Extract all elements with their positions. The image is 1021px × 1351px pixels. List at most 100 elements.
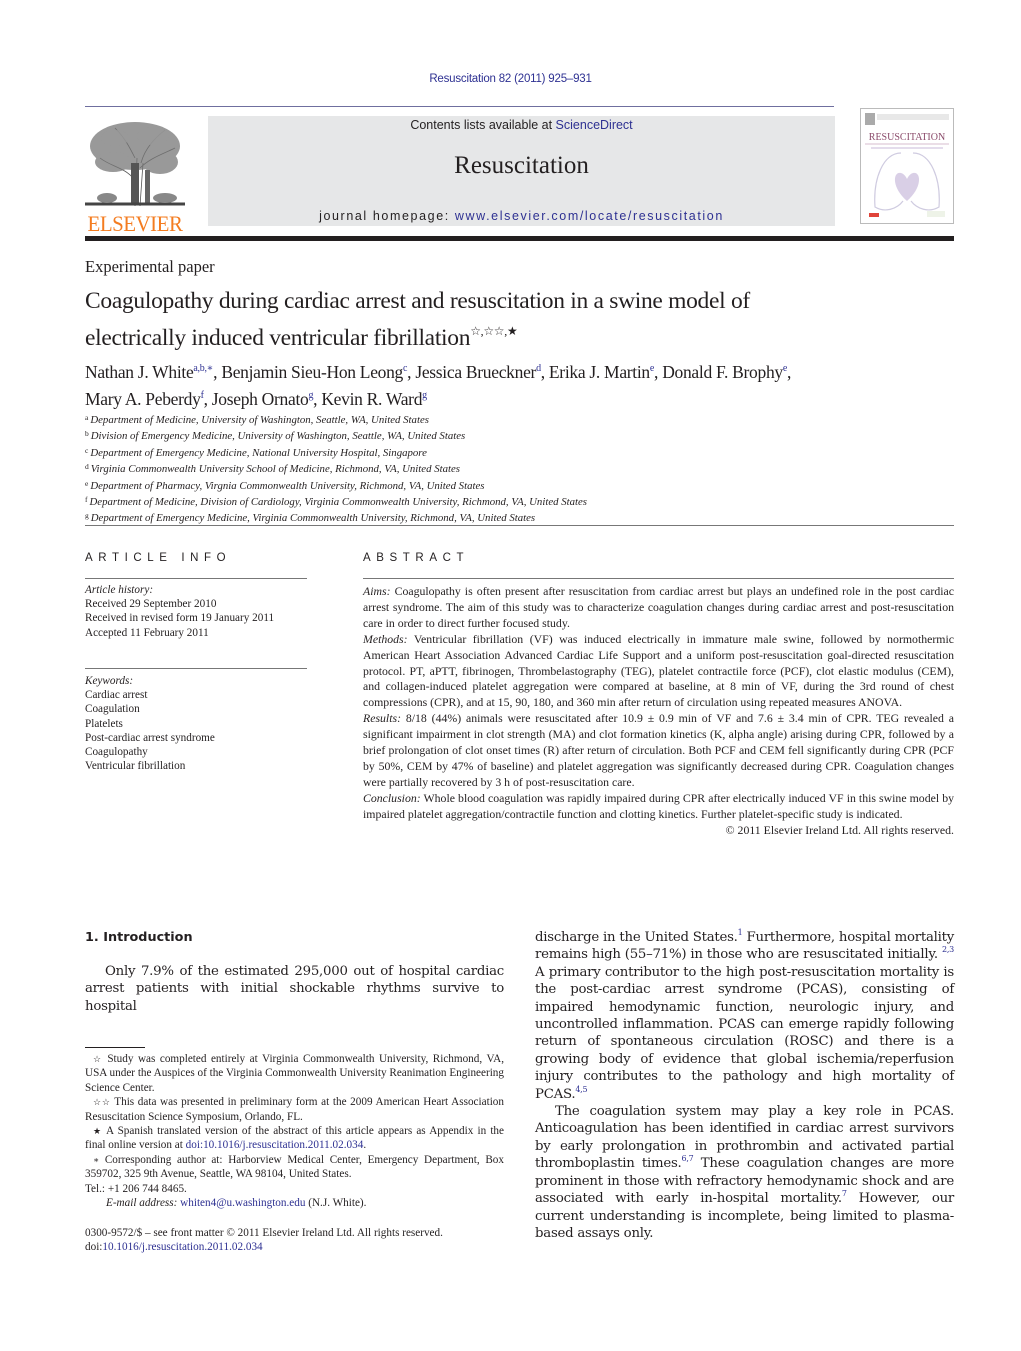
journal-citation[interactable]: Resuscitation 82 (2011) 925–931	[0, 73, 1021, 85]
conclusion-text: Whole blood coagulation was rapidly impa…	[363, 790, 954, 821]
keywords-rule	[85, 668, 307, 669]
citation-reference[interactable]: 2,3	[942, 945, 954, 954]
appendix-doi-link[interactable]: doi:10.1016/j.resuscitation.2011.02.034	[186, 1139, 364, 1151]
elsevier-tree-icon	[85, 122, 185, 207]
abstract-conclusion: Conclusion: Whole blood coagulation was …	[363, 791, 954, 823]
abstract-methods: Methods: Ventricular fibrillation (VF) w…	[363, 632, 954, 712]
keyword: Coagulation	[85, 703, 140, 716]
abstract-body: Aims: Coagulopathy is often present afte…	[363, 584, 954, 839]
contents-line: Contents lists available at ScienceDirec…	[208, 118, 835, 132]
affiliation-key: b	[85, 429, 89, 439]
author-name[interactable]: Jessica Brueckner	[415, 362, 536, 382]
journal-cover-thumbnail[interactable]: RESUSCITATION	[860, 108, 954, 224]
section-divider	[85, 525, 954, 526]
title-line-1: Coagulopathy during cardiac arrest and r…	[85, 288, 750, 314]
title-line-2: electrically induced ventricular fibrill…	[85, 325, 471, 351]
author-affiliation-marker[interactable]: g	[422, 390, 427, 401]
intro-paragraph-left: Only 7.9% of the estimated 295,000 out o…	[85, 963, 504, 1015]
affiliation-key: a	[85, 413, 89, 422]
article-info-rule	[85, 578, 307, 579]
author-name[interactable]: Kevin R. Ward	[321, 389, 422, 409]
affiliation-key: d	[85, 462, 89, 472]
aims-label: Aims:	[363, 584, 391, 598]
footnote-star-icon: ☆	[93, 1054, 103, 1064]
affiliation-key: c	[85, 445, 89, 455]
author-affiliation-marker[interactable]: a,b,∗	[193, 363, 213, 374]
citation-reference[interactable]: 4,5	[575, 1085, 587, 1094]
abstract-aims: Aims: Coagulopathy is often present afte…	[363, 584, 954, 632]
citation-reference[interactable]: 6,7	[682, 1154, 694, 1163]
doi-link[interactable]: 10.1016/j.resuscitation.2011.02.034	[102, 1241, 262, 1253]
results-label: Results:	[363, 711, 402, 726]
footnote-text: Study was completed entirely at Virginia…	[85, 1053, 504, 1094]
affiliation-key: g	[85, 511, 89, 521]
author-list: Nathan J. Whitea,b,∗, Benjamin Sieu-Hon …	[85, 357, 965, 411]
results-text: 8/18 (44%) animals were resuscitated aft…	[363, 711, 954, 789]
author-separator: ,	[654, 362, 663, 382]
footnote: ★ A Spanish translated version of the ab…	[85, 1124, 504, 1153]
author-name[interactable]: Donald F. Brophy	[662, 362, 783, 382]
header-top-rule	[85, 106, 834, 107]
keyword: Ventricular fibrillation	[85, 760, 186, 773]
aims-text: Coagulopathy is often present after resu…	[363, 584, 954, 630]
history-accepted: Accepted 11 February 2011	[85, 626, 209, 639]
footnote: ☆☆ This data was presented in preliminar…	[85, 1095, 504, 1124]
email-label: E-mail address:	[106, 1197, 178, 1210]
author-name[interactable]: Erika J. Martin	[549, 362, 650, 382]
affiliation: b Division of Emergency Medicine, Univers…	[85, 427, 587, 443]
affiliation-text: Department of Emergency Medicine, Virgin…	[90, 512, 536, 525]
sciencedirect-link[interactable]: ScienceDirect	[556, 118, 633, 132]
abstract-heading: ABSTRACT	[363, 552, 470, 564]
email-link[interactable]: whiten4@u.washington.edu	[180, 1197, 305, 1209]
author-name[interactable]: Benjamin Sieu-Hon Leong	[221, 362, 403, 382]
keyword: Cardiac arrest	[85, 689, 148, 702]
doi-prefix: doi:	[85, 1241, 103, 1254]
history-label: Article history:	[85, 584, 154, 596]
footnote-rule	[85, 1047, 145, 1048]
history-received: Received 29 September 2010	[85, 598, 217, 611]
keyword: Platelets	[85, 717, 123, 730]
author-separator: ,	[203, 389, 212, 409]
methods-text: Ventricular fibrillation (VF) was induce…	[363, 631, 954, 710]
title-footnote-marks[interactable]: ☆,☆☆,★	[470, 324, 518, 338]
affiliation-key: f	[85, 495, 88, 505]
conclusion-label: Conclusion:	[363, 790, 421, 805]
journal-masthead: Contents lists available at ScienceDirec…	[208, 116, 835, 226]
author-name[interactable]: Mary A. Peberdy	[85, 389, 201, 409]
affiliation-text: Department of Medicine, University of Wa…	[90, 414, 429, 426]
telephone: Tel.: +1 206 744 8465.	[85, 1182, 187, 1195]
author-separator: ,	[787, 362, 792, 382]
affiliation-list: a Department of Medicine, University of W…	[85, 411, 587, 526]
affiliation-key: e	[85, 478, 89, 488]
affiliation: d Virginia Commonwealth University School…	[85, 460, 587, 476]
article-title: Coagulopathy during cardiac arrest and r…	[85, 286, 945, 353]
text-run: discharge in the United States.	[535, 930, 738, 945]
journal-title: Resuscitation	[454, 152, 589, 179]
journal-homepage: journal homepage: www.elsevier.com/locat…	[208, 209, 835, 223]
history-revised: Received in revised form 19 January 2011	[85, 612, 275, 625]
front-matter: 0300-9572/$ – see front matter © 2011 El…	[85, 1226, 443, 1255]
paragraph: discharge in the United States.1 Further…	[535, 929, 954, 1103]
author-name[interactable]: Joseph Ornato	[212, 389, 309, 409]
citation-link[interactable]: Resuscitation 82 (2011) 925–931	[429, 73, 592, 85]
intro-paragraphs-right: discharge in the United States.1 Further…	[535, 929, 954, 1242]
affiliation: g Department of Emergency Medicine, Virgi…	[85, 509, 587, 525]
affiliation: a Department of Medicine, University of W…	[85, 411, 587, 427]
paper-type: Experimental paper	[85, 257, 215, 276]
author-name[interactable]: Nathan J. White	[85, 362, 194, 382]
abstract-copyright: © 2011 Elsevier Ireland Ltd. All rights …	[725, 822, 954, 837]
article-history: Article history: Received 29 September 2…	[85, 583, 274, 640]
abstract-rule	[363, 578, 954, 579]
footnote-corresponding-author: ∗ Corresponding author at: Harborview Me…	[85, 1153, 504, 1182]
footnote-text: This data was presented in preliminary f…	[85, 1096, 504, 1123]
homepage-link[interactable]: www.elsevier.com/locate/resuscitation	[455, 209, 724, 223]
footnote-text: .	[363, 1139, 367, 1152]
affiliation: e Department of Pharmacy, Virgnia Commonw…	[85, 477, 587, 493]
keyword: Coagulopathy	[85, 746, 148, 759]
elsevier-logo[interactable]: ELSEVIER	[85, 118, 185, 235]
article-info-heading: ARTICLE INFO	[85, 552, 232, 564]
affiliation-text: Division of Emergency Medicine, Universi…	[90, 430, 466, 443]
author-separator: ,	[540, 362, 549, 382]
affiliation-text: Department of Medicine, Division of Card…	[89, 496, 588, 509]
cover-image-icon: RESUSCITATION	[865, 113, 949, 217]
